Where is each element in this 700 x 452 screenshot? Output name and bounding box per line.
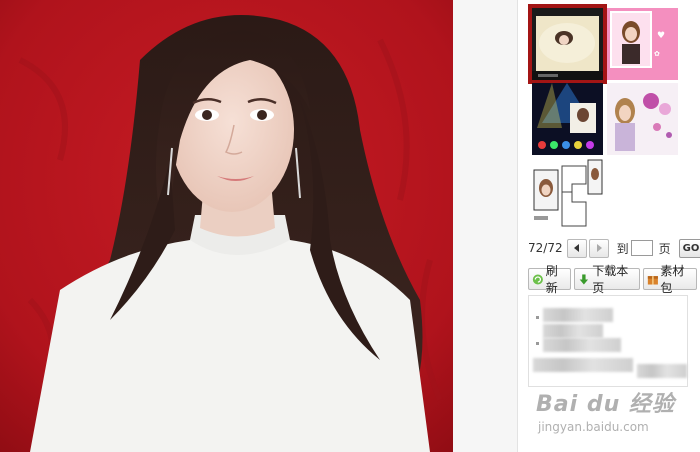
goto-label: 到 [616, 241, 629, 256]
pager: 72/72 到 页 GO [528, 238, 700, 258]
triangle-left-icon [573, 244, 579, 252]
thumbnail-image [532, 8, 603, 80]
prev-page-button[interactable] [566, 238, 587, 258]
thumbnail-4[interactable] [607, 83, 678, 155]
thumbnail-image [532, 158, 603, 230]
refresh-icon [532, 273, 543, 285]
thumbnail-image: ♥ ✿ [607, 8, 678, 80]
page-label: 页 [658, 241, 671, 256]
svg-text:✿: ✿ [654, 50, 660, 58]
download-arrow-icon [580, 273, 589, 285]
go-button[interactable]: GO [678, 238, 700, 258]
thumbnail-2[interactable]: ♥ ✿ [607, 8, 678, 80]
blurred-text [543, 338, 621, 352]
next-page-button[interactable] [588, 238, 609, 258]
package-icon [647, 275, 658, 285]
page-number-input[interactable] [630, 240, 653, 256]
thumbnail-image [532, 83, 603, 155]
refresh-label: 刷新 [545, 264, 558, 295]
triangle-right-icon [596, 244, 602, 252]
thumbnail-5[interactable] [532, 158, 603, 230]
download-page-label: 下载本页 [592, 264, 629, 295]
thumbnail-1[interactable] [528, 4, 607, 84]
material-package-label: 素材包 [660, 264, 685, 295]
blurred-text [637, 364, 687, 378]
page-count: 72/72 [528, 241, 563, 255]
info-box [528, 295, 688, 387]
svg-text:♥: ♥ [657, 31, 665, 41]
bullet-dot [536, 342, 539, 345]
refresh-button[interactable]: 刷新 [528, 264, 572, 295]
download-page-button[interactable]: 下载本页 [574, 264, 640, 295]
action-bar: 刷新 下载本页 素材包 [528, 264, 700, 295]
blurred-text [543, 308, 613, 322]
blurred-text [533, 358, 633, 372]
thumbnail-3[interactable] [532, 83, 603, 155]
material-package-button[interactable]: 素材包 [642, 264, 697, 295]
blurred-text [543, 324, 603, 338]
thumbnail-image [607, 83, 678, 155]
portrait-image [0, 0, 453, 452]
gutter [453, 0, 517, 452]
main-photo [0, 0, 453, 452]
bullet-dot [536, 316, 539, 319]
